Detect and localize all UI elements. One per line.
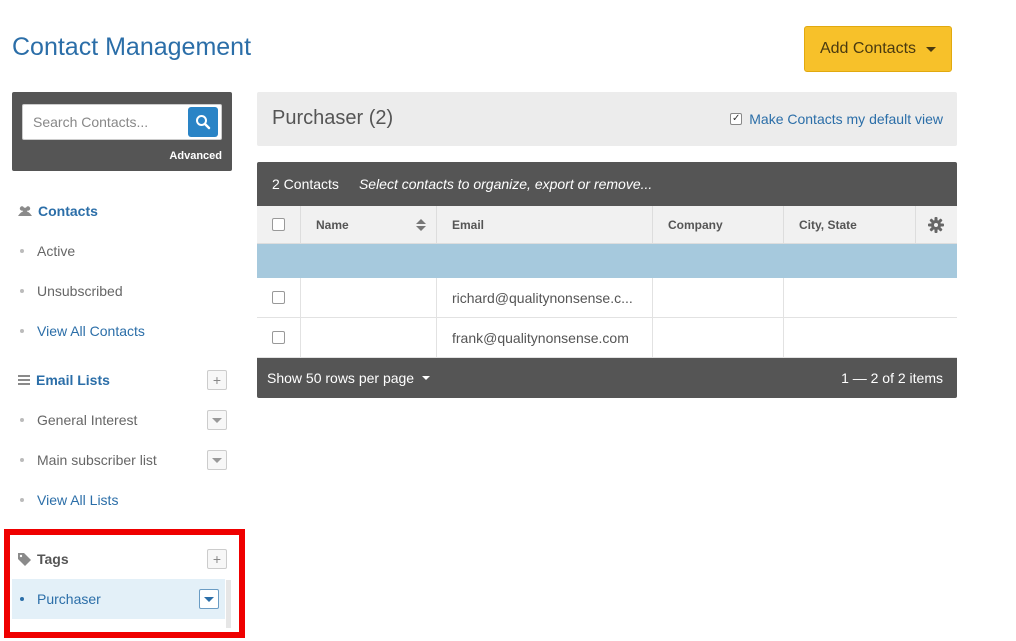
column-header-name[interactable]: Name (301, 206, 437, 244)
contacts-heading-label: Contacts (38, 203, 98, 219)
rows-per-page-dropdown[interactable]: Show 50 rows per page (267, 370, 431, 386)
add-contacts-label: Add Contacts (819, 40, 917, 57)
column-header-city-state[interactable]: City, State (784, 206, 916, 244)
email-lists-heading-label: Email Lists (36, 372, 110, 388)
column-header-label: Name (316, 217, 349, 232)
table-footer: Show 50 rows per page 1 — 2 of 2 items (257, 358, 957, 398)
sidebar-item-main-subscriber-list[interactable]: Main subscriber list (20, 452, 157, 468)
sidebar-item-label: Main subscriber list (37, 452, 157, 468)
sidebar-item-label: View All Contacts (37, 323, 145, 339)
contacts-table: 2 Contacts Select contacts to organize, … (257, 162, 957, 398)
view-header: Purchaser (2) ✓ Make Contacts my default… (257, 92, 957, 146)
row-checkbox[interactable] (272, 291, 285, 304)
rows-per-page-label: Show 50 rows per page (267, 370, 415, 386)
bullet-icon (20, 329, 24, 333)
bullet-icon (20, 498, 24, 502)
sidebar-item-label: General Interest (37, 412, 138, 428)
chevron-down-icon (422, 376, 431, 380)
default-view-toggle[interactable]: ✓ Make Contacts my default view (730, 111, 943, 127)
sort-icon (416, 219, 426, 231)
sidebar-item-label: Unsubscribed (37, 283, 123, 299)
chevron-down-icon (212, 417, 222, 423)
general-interest-menu-button[interactable] (207, 410, 227, 430)
users-icon (18, 206, 32, 216)
column-header-company[interactable]: Company (653, 206, 784, 244)
cell-city-state (784, 318, 957, 358)
sidebar-item-general-interest[interactable]: General Interest (20, 412, 137, 428)
search-icon (196, 115, 211, 130)
sidebar-item-label: Active (37, 243, 76, 259)
cell-email[interactable]: richard@qualitynonsense.c... (437, 278, 653, 318)
row-checkbox[interactable] (272, 331, 285, 344)
page-title: Contact Management (12, 33, 252, 61)
cell-name[interactable] (301, 318, 437, 358)
sidebar-item-label: View All Lists (37, 492, 119, 508)
bullet-icon (20, 458, 24, 462)
cell-company (653, 318, 784, 358)
column-header-label: Company (668, 217, 723, 232)
default-view-label[interactable]: Make Contacts my default view (749, 111, 943, 127)
cell-city-state (784, 278, 957, 318)
sidebar-item-unsubscribed[interactable]: Unsubscribed (20, 283, 123, 299)
cell-name[interactable] (301, 278, 437, 318)
sidebar-item-view-all-lists[interactable]: View All Lists (20, 492, 118, 508)
column-header-email[interactable]: Email (437, 206, 653, 244)
cell-company (653, 278, 784, 318)
chevron-down-icon (212, 457, 222, 463)
search-input[interactable] (23, 105, 188, 139)
plus-icon: + (212, 372, 222, 388)
column-header-label: Email (452, 217, 485, 232)
contacts-heading[interactable]: Contacts (18, 203, 98, 219)
view-title: Purchaser (2) (272, 107, 394, 129)
default-view-checkbox[interactable]: ✓ (730, 113, 743, 125)
main-subscriber-list-menu-button[interactable] (207, 450, 227, 470)
selected-row-band (257, 244, 957, 278)
search-button[interactable] (188, 107, 218, 137)
sidebar-item-active[interactable]: Active (20, 243, 75, 259)
search-field-wrapper (22, 104, 222, 140)
sidebar-search-panel: Advanced (12, 92, 232, 171)
advanced-search-link[interactable]: Advanced (169, 150, 222, 162)
pagination-status: 1 — 2 of 2 items (841, 370, 943, 386)
select-all-header (257, 206, 301, 244)
add-email-list-button[interactable]: + (207, 370, 227, 390)
bullet-icon (20, 289, 24, 293)
table-toolbar: 2 Contacts Select contacts to organize, … (257, 162, 957, 206)
column-header-label: City, State (799, 217, 857, 232)
list-icon (18, 375, 30, 385)
select-all-checkbox[interactable] (272, 218, 285, 231)
gear-icon (928, 216, 944, 233)
bullet-icon (20, 249, 24, 253)
toolbar-hint: Select contacts to organize, export or r… (358, 176, 653, 192)
add-contacts-button[interactable]: Add Contacts (804, 26, 952, 72)
bullet-icon (20, 418, 24, 422)
cell-email[interactable]: frank@qualitynonsense.com (437, 318, 653, 358)
column-settings-button[interactable] (916, 206, 957, 244)
contact-count: 2 Contacts (272, 176, 339, 192)
sidebar-item-view-all-contacts[interactable]: View All Contacts (20, 323, 145, 339)
chevron-down-icon (926, 46, 937, 52)
row-checkbox-cell (257, 318, 301, 358)
email-lists-heading[interactable]: Email Lists (18, 372, 110, 388)
tags-highlight-box (4, 529, 245, 638)
row-checkbox-cell (257, 278, 301, 318)
